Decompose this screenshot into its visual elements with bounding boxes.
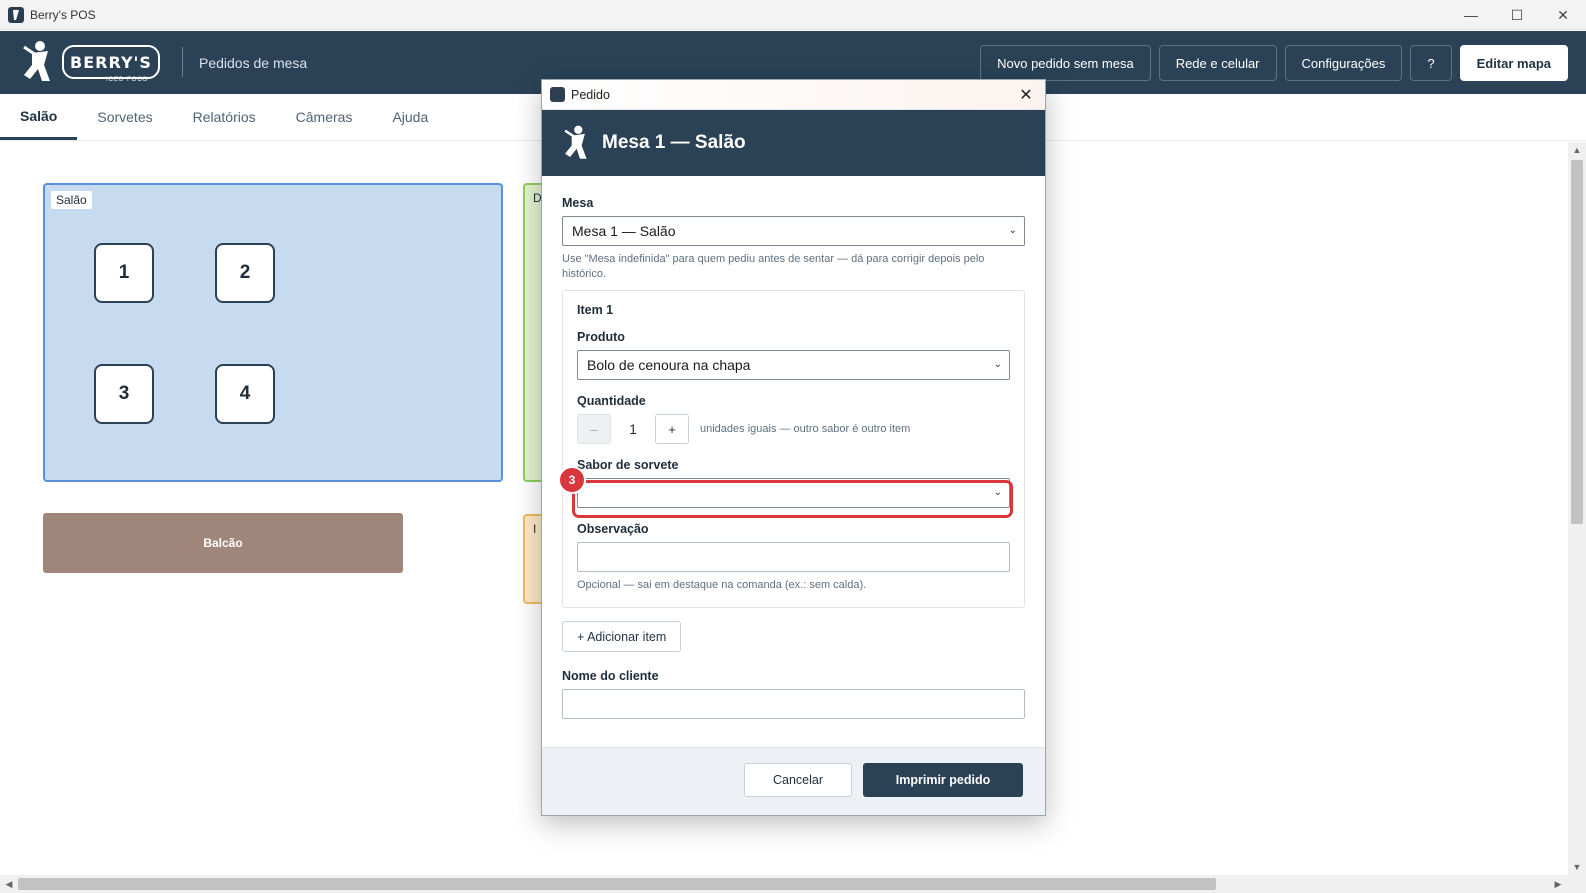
chevron-down-icon: ⌄ (993, 359, 1002, 370)
area-salao[interactable]: Salão 1 2 3 4 (43, 183, 503, 482)
tab-salao[interactable]: Salão (0, 94, 78, 140)
scroll-left-icon[interactable]: ◀ (1, 875, 17, 893)
network-mobile-button[interactable]: Rede e celular (1158, 45, 1277, 81)
os-titlebar: Berry's POS — ☐ ✕ (0, 0, 1586, 30)
item-card: Item 1 Produto Bolo de cenoura na chapa … (562, 290, 1025, 608)
brand-logo: BERRY'S ICED FOOD (18, 39, 160, 85)
dialog-close-icon[interactable]: ✕ (1015, 84, 1037, 106)
chevron-down-icon: ⌄ (1008, 225, 1017, 236)
minimize-button[interactable]: — (1448, 0, 1494, 30)
mascot-icon (564, 125, 587, 159)
quantity-value: 1 (629, 421, 637, 437)
area-balcao[interactable]: Balcão (43, 513, 403, 573)
table-3[interactable]: 3 (94, 364, 154, 424)
quantity-decrement-button[interactable]: – (577, 414, 611, 444)
quantity-stepper: – 1 + unidades iguais — outro sabor é ou… (577, 414, 1010, 444)
horizontal-scrollbar[interactable]: ◀ ▶ (0, 875, 1586, 893)
app-icon (8, 6, 24, 23)
quantity-hint: unidades iguais — outro sabor é outro it… (700, 423, 911, 435)
mesa-help: Use "Mesa indefinida" para quem pediu an… (562, 253, 985, 280)
area-salao-label: Salão (51, 191, 92, 209)
add-item-button[interactable]: + Adicionar item (562, 621, 682, 652)
observacao-input[interactable] (577, 542, 1010, 572)
produto-select-value: Bolo de cenoura na chapa (587, 357, 751, 373)
mesa-label: Mesa (562, 196, 594, 210)
close-window-button[interactable]: ✕ (1540, 0, 1586, 30)
cliente-label: Nome do cliente (562, 669, 659, 683)
settings-button[interactable]: Configurações (1284, 45, 1403, 81)
item-title: Item 1 (577, 303, 614, 317)
observacao-help: Opcional — sai em destaque na comanda (e… (577, 579, 867, 591)
dialog-header: Mesa 1 — Salão (542, 110, 1045, 176)
mascot-icon (23, 41, 50, 81)
horizontal-scroll-thumb[interactable] (18, 878, 1216, 890)
quantity-increment-button[interactable]: + (655, 414, 689, 444)
highlight-frame (572, 480, 1013, 518)
vertical-scroll-thumb[interactable] (1571, 160, 1583, 524)
tab-sorvetes[interactable]: Sorvetes (77, 94, 172, 140)
header-subtitle: Pedidos de mesa (199, 55, 308, 71)
brand-sub: ICED FOOD (106, 77, 149, 83)
mesa-select-value: Mesa 1 — Salão (572, 223, 676, 239)
header-divider (182, 47, 183, 77)
brand-wordmark: BERRY'S (62, 45, 160, 79)
cancel-button[interactable]: Cancelar (744, 763, 852, 797)
dialog-titlebar: Pedido ✕ (542, 80, 1045, 110)
step-badge: 3 (558, 466, 586, 494)
tab-cameras[interactable]: Câmeras (276, 94, 373, 140)
produto-label: Produto (577, 330, 625, 344)
sabor-label: Sabor de sorvete (577, 458, 679, 472)
scroll-up-icon[interactable]: ▲ (1568, 142, 1586, 158)
cliente-name-input[interactable] (562, 689, 1025, 719)
tab-ajuda[interactable]: Ajuda (372, 94, 448, 140)
mesa-select[interactable]: Mesa 1 — Salão ⌄ (562, 216, 1025, 246)
order-dialog: Pedido ✕ Mesa 1 — Salão Mesa Mesa 1 — Sa… (541, 79, 1046, 816)
observacao-label: Observação (577, 522, 649, 536)
dialog-app-icon (550, 87, 565, 102)
new-order-without-table-button[interactable]: Novo pedido sem mesa (980, 45, 1151, 81)
table-1[interactable]: 1 (94, 243, 154, 303)
print-order-button[interactable]: Imprimir pedido (863, 763, 1023, 797)
quantidade-label: Quantidade (577, 394, 646, 408)
dialog-footer: Cancelar Imprimir pedido (542, 747, 1045, 815)
table-2[interactable]: 2 (215, 243, 275, 303)
scroll-down-icon[interactable]: ▼ (1568, 859, 1586, 875)
table-4[interactable]: 4 (215, 364, 275, 424)
edit-map-button[interactable]: Editar mapa (1459, 45, 1568, 81)
produto-select[interactable]: Bolo de cenoura na chapa ⌄ (577, 350, 1010, 380)
dialog-window-title: Pedido (571, 87, 610, 102)
maximize-button[interactable]: ☐ (1494, 0, 1540, 30)
brand-name: BERRY'S (70, 52, 152, 72)
tab-relatorios[interactable]: Relatórios (173, 94, 276, 140)
dialog-body: Mesa Mesa 1 — Salão ⌄ Use "Mesa indefini… (542, 176, 1045, 748)
help-button[interactable]: ? (1410, 45, 1452, 81)
area-orange-label: I (533, 522, 537, 536)
vertical-scrollbar[interactable]: ▲ ▼ (1568, 142, 1586, 875)
window-title: Berry's POS (30, 7, 96, 22)
area-balcao-label: Balcão (203, 536, 243, 550)
dialog-header-title: Mesa 1 — Salão (602, 132, 746, 153)
scroll-right-icon[interactable]: ▶ (1550, 875, 1566, 893)
